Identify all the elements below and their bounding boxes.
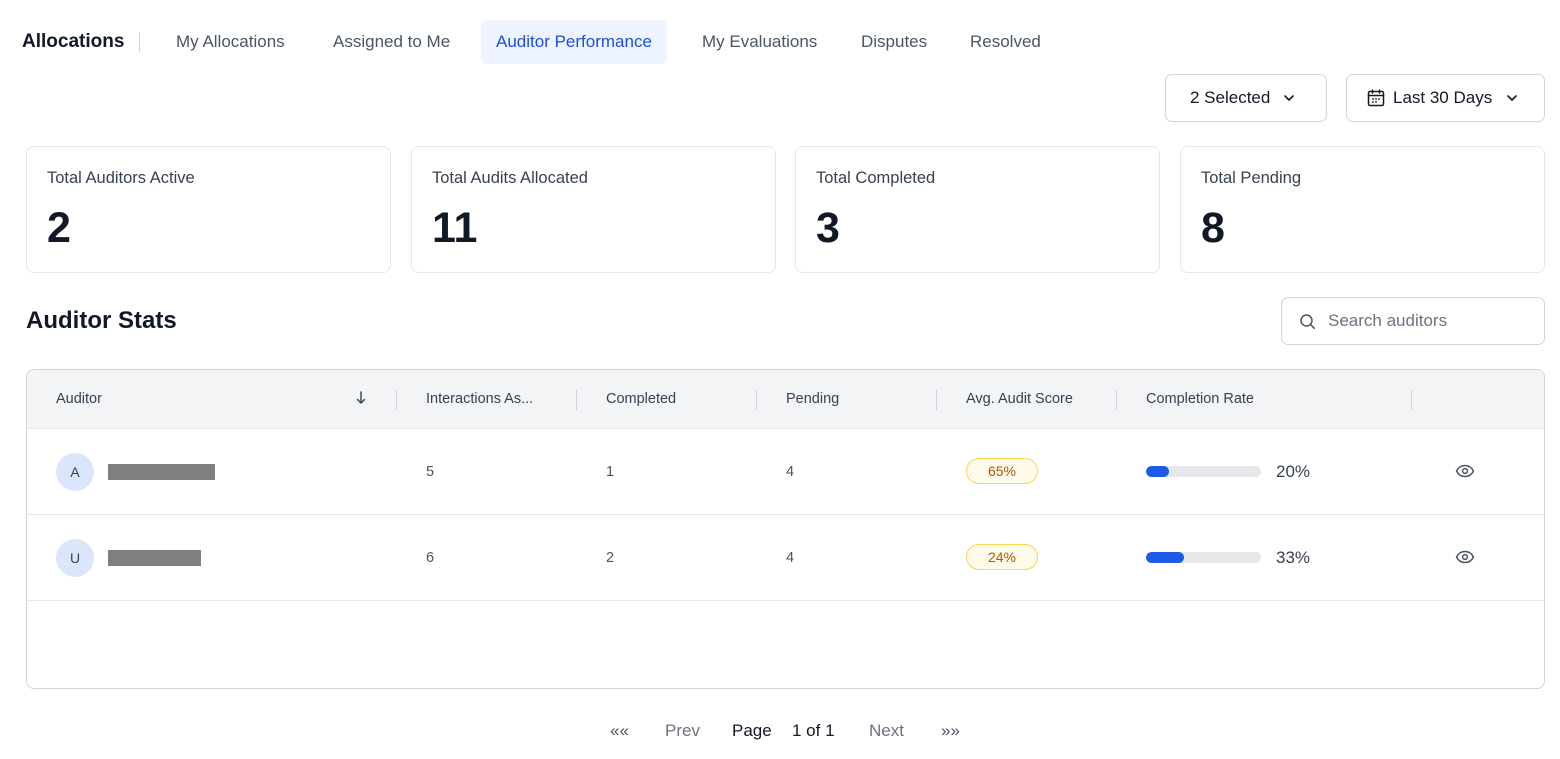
- table-header: Auditor Interactions As... Completed Pen…: [27, 370, 1544, 429]
- interactions-cell: 5: [426, 464, 435, 480]
- column-header-interactions[interactable]: Interactions As...: [426, 370, 533, 429]
- stat-card-pending: Total Pending 8: [1180, 146, 1545, 273]
- stat-value: 8: [1201, 204, 1225, 252]
- column-header-completed[interactable]: Completed: [606, 370, 676, 429]
- stat-label: Total Pending: [1201, 169, 1301, 187]
- chevron-down-icon: [1505, 91, 1519, 105]
- pending-cell: 4: [786, 550, 795, 566]
- redacted-auditor-name: [108, 550, 201, 566]
- stat-value: 11: [432, 204, 478, 252]
- stat-card-completed: Total Completed 3: [795, 146, 1160, 273]
- tab-my-allocations[interactable]: My Allocations: [161, 20, 300, 64]
- stat-value: 2: [47, 204, 71, 252]
- completed-cell: 2: [606, 550, 615, 566]
- search-input[interactable]: [1328, 298, 1538, 344]
- view-eye-icon[interactable]: [1455, 463, 1475, 484]
- column-header-auditor[interactable]: Auditor: [56, 370, 102, 429]
- tab-auditor-performance[interactable]: Auditor Performance: [481, 20, 667, 64]
- arrow-down-icon[interactable]: [355, 390, 367, 411]
- tab-assigned-to-me[interactable]: Assigned to Me: [318, 20, 465, 64]
- column-divider: [756, 390, 757, 410]
- view-eye-icon[interactable]: [1455, 549, 1475, 570]
- column-divider: [576, 390, 577, 410]
- avatar: A: [56, 453, 94, 491]
- last-page-button[interactable]: »»: [941, 719, 960, 743]
- stat-value: 3: [816, 204, 840, 252]
- calendar-icon: [1366, 88, 1386, 108]
- avatar: U: [56, 539, 94, 577]
- completion-rate-label: 33%: [1276, 548, 1311, 567]
- table-row[interactable]: A 5 1 4 65% 20%: [27, 429, 1544, 515]
- search-icon: [1299, 313, 1317, 336]
- stat-card-auditors-active: Total Auditors Active 2: [26, 146, 391, 273]
- date-range-label: Last 30 Days: [1393, 88, 1493, 107]
- column-header-pending[interactable]: Pending: [786, 370, 839, 429]
- completion-progress-bar: [1146, 552, 1261, 563]
- interactions-cell: 6: [426, 550, 435, 566]
- table-row[interactable]: U 6 2 4 24% 33%: [27, 515, 1544, 601]
- column-header-completion-rate[interactable]: Completion Rate: [1146, 370, 1254, 429]
- tab-disputes[interactable]: Disputes: [846, 20, 942, 64]
- column-header-avg-score[interactable]: Avg. Audit Score: [966, 370, 1073, 429]
- section-title: Auditor Stats: [26, 307, 177, 334]
- tab-resolved[interactable]: Resolved: [955, 20, 1056, 64]
- completion-rate-label: 20%: [1276, 462, 1311, 481]
- column-divider: [1411, 390, 1412, 410]
- prev-page-button[interactable]: Prev: [665, 719, 700, 743]
- next-page-button[interactable]: Next: [869, 719, 904, 743]
- score-badge: 65%: [966, 458, 1038, 484]
- redacted-auditor-name: [108, 464, 215, 480]
- stat-label: Total Auditors Active: [47, 169, 195, 187]
- date-range-dropdown[interactable]: Last 30 Days: [1346, 74, 1545, 122]
- column-divider: [1116, 390, 1117, 410]
- auditor-stats-table: Auditor Interactions As... Completed Pen…: [26, 369, 1545, 689]
- page-title: Allocations: [22, 31, 125, 52]
- completed-cell: 1: [606, 464, 615, 480]
- tab-my-evaluations[interactable]: My Evaluations: [687, 20, 832, 64]
- selection-dropdown-label: 2 Selected: [1190, 88, 1271, 107]
- search-box: [1281, 297, 1545, 345]
- progress-fill: [1146, 552, 1184, 563]
- pending-cell: 4: [786, 464, 795, 480]
- column-divider: [936, 390, 937, 410]
- stat-label: Total Audits Allocated: [432, 169, 588, 187]
- nav-divider: [139, 32, 140, 52]
- stat-label: Total Completed: [816, 169, 936, 187]
- progress-fill: [1146, 466, 1169, 477]
- page-label: Page: [732, 721, 772, 740]
- selection-dropdown[interactable]: 2 Selected: [1165, 74, 1327, 122]
- stat-card-audits-allocated: Total Audits Allocated 11: [411, 146, 776, 273]
- column-divider: [396, 390, 397, 410]
- page-indicator: 1 of 1: [792, 721, 835, 740]
- chevron-down-icon: [1282, 91, 1296, 105]
- score-badge: 24%: [966, 544, 1038, 570]
- completion-progress-bar: [1146, 466, 1261, 477]
- first-page-button[interactable]: ««: [610, 719, 629, 743]
